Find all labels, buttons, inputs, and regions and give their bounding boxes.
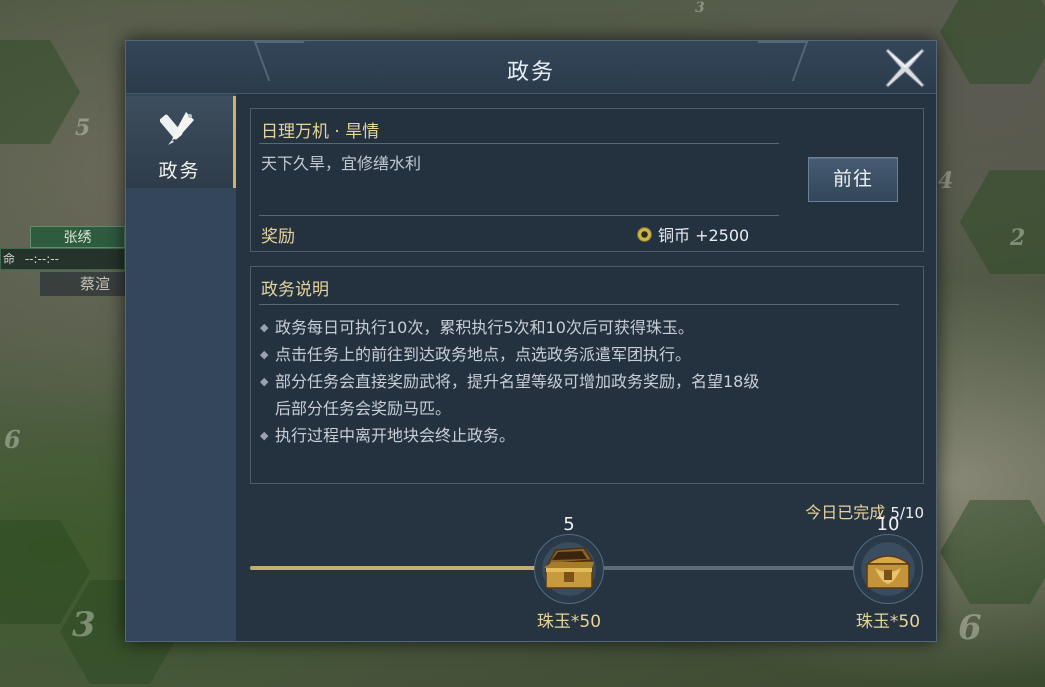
tab-government-affairs[interactable]: 政务	[126, 96, 236, 188]
explanation-list: ◆ 政务每日可执行10次，累积执行5次和10次后可获得珠玉。 ◆ 点击任务上的前…	[259, 314, 909, 449]
brush-seal-icon	[160, 112, 194, 145]
explanation-title: 政务说明	[261, 280, 329, 300]
map-tile	[960, 170, 1045, 274]
closed-chest-icon	[864, 555, 912, 589]
diamond-bullet-icon: ◆	[260, 321, 269, 334]
close-button[interactable]	[880, 43, 930, 93]
explanation-card: 政务说明 ◆ 政务每日可执行10次，累积执行5次和10次后可获得珠玉。 ◆ 点击…	[250, 266, 924, 484]
list-item: ◆ 点击任务上的前往到达政务地点，点选政务派遣军团执行。	[259, 341, 909, 368]
sidebar: 政务	[126, 94, 236, 641]
milestone-threshold: 5	[563, 514, 575, 535]
go-button[interactable]: 前往	[808, 157, 898, 202]
reward-value: 铜币 +2500	[637, 222, 749, 246]
army-unit-panel[interactable]: 张绣 命 --:--:-- 蔡渲	[0, 226, 125, 298]
army-unit-timer: 命 --:--:--	[0, 248, 125, 270]
sidebar-item-label: 政务	[158, 160, 201, 182]
tile-number: 5	[75, 115, 91, 141]
milestone-threshold: 10	[876, 514, 900, 535]
map-tile	[940, 0, 1045, 84]
government-affairs-dialog: 政务 政务 日理万机 · 旱情 天下久旱，宜修缮水利 奖励 铜币 +2500 前…	[125, 40, 937, 642]
content-area: 日理万机 · 旱情 天下久旱，宜修缮水利 奖励 铜币 +2500 前往 政务说明…	[236, 94, 936, 641]
dialog-title: 政务	[506, 60, 555, 85]
tile-number: 2	[1010, 225, 1026, 251]
tile-number: 4	[938, 168, 954, 194]
progress-fill	[250, 566, 547, 570]
task-title: 日理万机 · 旱情	[261, 122, 380, 142]
divider	[259, 143, 779, 144]
diamond-bullet-icon: ◆	[260, 375, 269, 388]
list-item: ◆ 执行过程中离开地块会终止政务。	[259, 422, 909, 449]
tile-number: 3	[695, 0, 705, 16]
map-tile	[940, 500, 1045, 604]
milestone-chest-5[interactable]: 5	[534, 514, 604, 604]
tile-number: 3	[72, 605, 96, 645]
map-tile	[0, 40, 80, 144]
milestone-reward: 珠玉*50	[855, 612, 921, 632]
diamond-bullet-icon: ◆	[260, 348, 269, 361]
list-item: ◆ 政务每日可执行10次，累积执行5次和10次后可获得珠玉。	[259, 314, 909, 341]
milestone-reward: 珠玉*50	[536, 612, 602, 632]
open-chest-icon	[544, 547, 594, 589]
divider	[259, 215, 779, 216]
close-icon	[885, 48, 925, 88]
milestone-chest-10[interactable]: 10	[853, 514, 923, 604]
reward-amount: 铜币 +2500	[658, 226, 750, 245]
list-item: ◆ 部分任务会直接奖励武将，提升名望等级可增加政务奖励，名望18级 后部分任务会…	[259, 368, 909, 422]
task-description: 天下久旱，宜修缮水利	[261, 154, 422, 173]
army-unit-secondary-label: 蔡渲	[40, 272, 125, 296]
reward-label: 奖励	[261, 227, 295, 247]
tile-number: 6	[4, 425, 21, 454]
divider	[259, 304, 899, 305]
copper-coin-icon	[637, 226, 652, 242]
tile-number: 6	[958, 608, 982, 648]
diamond-bullet-icon: ◆	[260, 429, 269, 442]
task-card: 日理万机 · 旱情 天下久旱，宜修缮水利 奖励 铜币 +2500 前往	[250, 108, 924, 252]
army-unit-name: 张绣	[30, 226, 125, 248]
dialog-header: 政务	[126, 41, 936, 94]
